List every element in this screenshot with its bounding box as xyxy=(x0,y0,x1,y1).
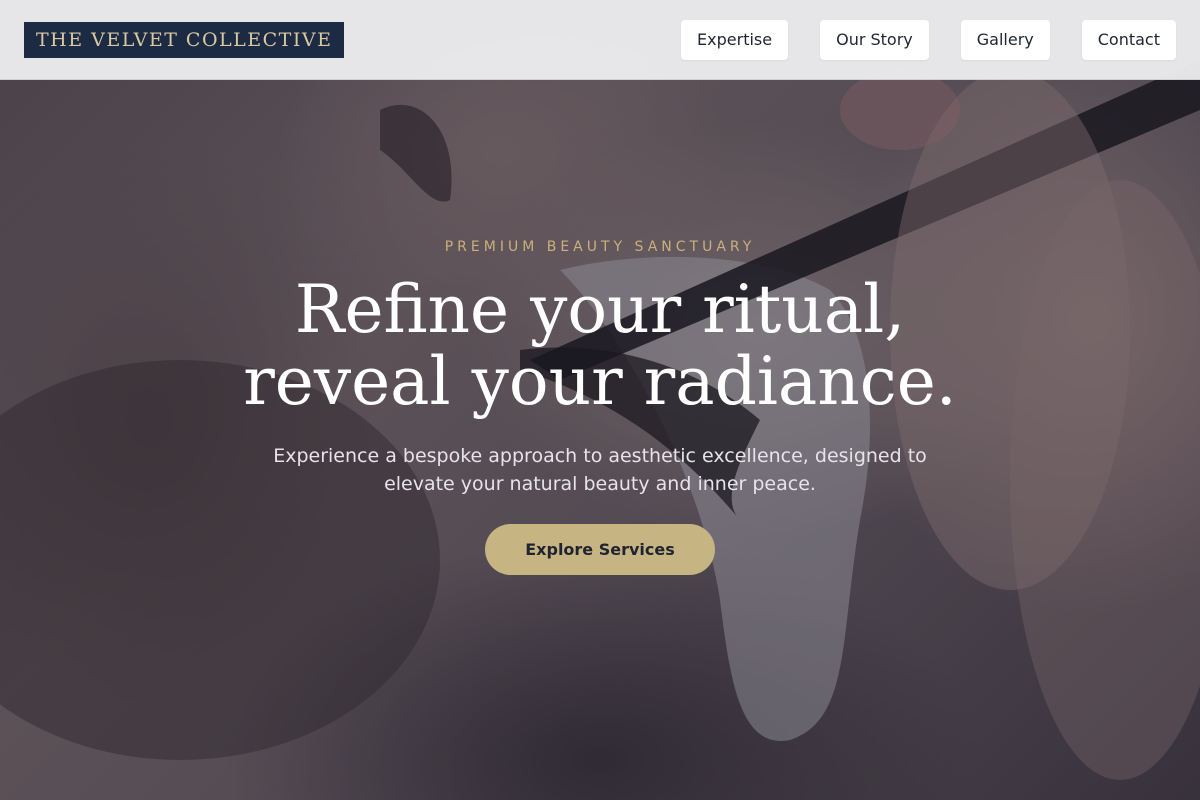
hero-subtitle: Experience a bespoke approach to aesthet… xyxy=(273,445,927,495)
nav-link-expertise[interactable]: Expertise xyxy=(681,20,789,60)
landing-page: THE VELVET COLLECTIVE Expertise Our Stor… xyxy=(0,0,1200,800)
site-header: THE VELVET COLLECTIVE Expertise Our Stor… xyxy=(0,0,1200,80)
brand-logo[interactable]: THE VELVET COLLECTIVE xyxy=(24,22,345,58)
nav-link-our-story[interactable]: Our Story xyxy=(820,20,929,60)
hero-eyebrow: PREMIUM BEAUTY SANCTUARY xyxy=(444,239,756,255)
explore-services-button[interactable]: Explore Services xyxy=(485,524,715,575)
nav-link-contact[interactable]: Contact xyxy=(1081,20,1176,60)
main-nav: Expertise Our Story Gallery Contact xyxy=(681,20,1176,60)
hero-headline-line-1: Refine your ritual, xyxy=(294,271,906,348)
hero-headline-line-2: reveal your radiance. xyxy=(243,343,957,420)
nav-link-gallery[interactable]: Gallery xyxy=(960,20,1050,60)
hero-headline: Refine your ritual, reveal your radiance… xyxy=(0,274,1200,418)
